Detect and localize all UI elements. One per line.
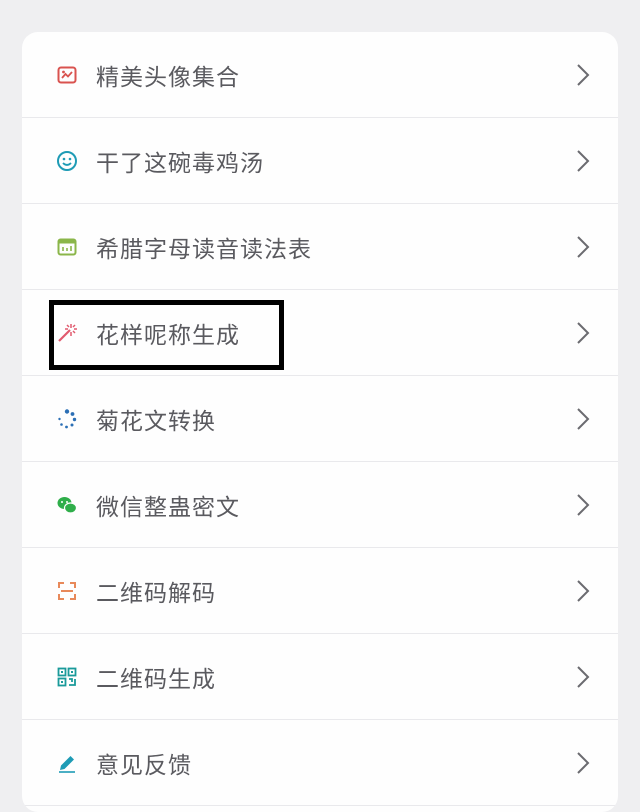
chevron-right-icon — [576, 407, 590, 431]
menu-item-wechat-prank[interactable]: 微信整蛊密文 — [22, 462, 618, 548]
chevron-right-icon — [576, 665, 590, 689]
menu-item-label: 干了这碗毒鸡汤 — [96, 150, 264, 177]
chevron-right-icon — [576, 149, 590, 173]
menu-item-label: 二维码解码 — [96, 580, 216, 607]
tool-menu-card: 精美头像集合 干了这碗毒鸡汤 希腊字母读音读法表 花样呢称生成 菊花文转换 微信… — [22, 32, 618, 812]
qrcode-icon — [56, 666, 78, 688]
spinner-icon — [56, 408, 78, 430]
menu-item-feedback[interactable]: 意见反馈 — [22, 720, 618, 806]
menu-item-poison-soup[interactable]: 干了这碗毒鸡汤 — [22, 118, 618, 204]
chevron-right-icon — [576, 493, 590, 517]
magic-wand-icon — [56, 322, 78, 344]
chevron-right-icon — [576, 235, 590, 259]
chevron-right-icon — [576, 321, 590, 345]
menu-item-label: 微信整蛊密文 — [96, 494, 240, 521]
scan-icon — [56, 580, 78, 602]
table-icon — [56, 236, 78, 258]
menu-item-label: 精美头像集合 — [96, 64, 240, 91]
menu-item-label: 花样呢称生成 — [96, 322, 240, 349]
menu-item-qrcode-decode[interactable]: 二维码解码 — [22, 548, 618, 634]
menu-item-qrcode-generate[interactable]: 二维码生成 — [22, 634, 618, 720]
menu-item-label: 二维码生成 — [96, 666, 216, 693]
pencil-icon — [56, 752, 78, 774]
menu-item-nickname-generator[interactable]: 花样呢称生成 — [22, 290, 618, 376]
menu-item-avatar-collection[interactable]: 精美头像集合 — [22, 32, 618, 118]
avatar-image-icon — [56, 64, 78, 86]
menu-item-label: 意见反馈 — [96, 752, 192, 779]
menu-item-chrysanthemum-text[interactable]: 菊花文转换 — [22, 376, 618, 462]
menu-item-label: 希腊字母读音读法表 — [96, 236, 312, 263]
chevron-right-icon — [576, 751, 590, 775]
wechat-icon — [56, 494, 78, 516]
chevron-right-icon — [576, 63, 590, 87]
smiley-icon — [56, 150, 78, 172]
menu-item-greek-alphabet[interactable]: 希腊字母读音读法表 — [22, 204, 618, 290]
chevron-right-icon — [576, 579, 590, 603]
menu-item-label: 菊花文转换 — [96, 408, 216, 435]
